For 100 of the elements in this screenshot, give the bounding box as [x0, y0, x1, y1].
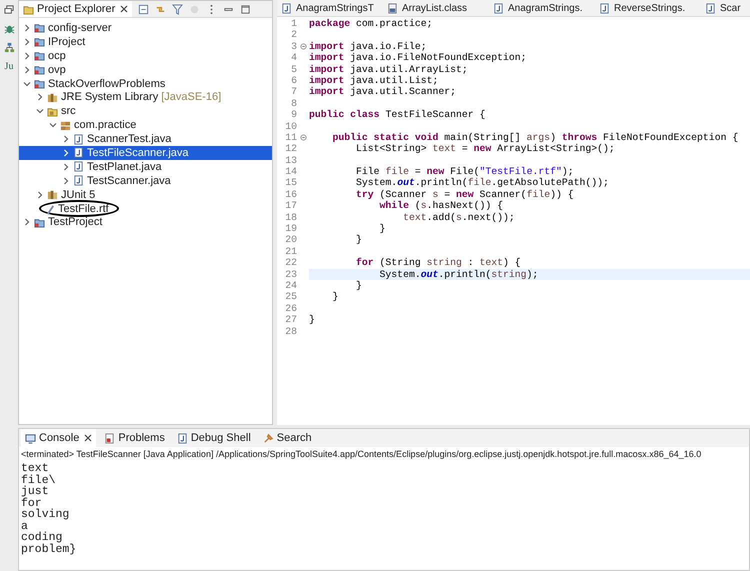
tree-item[interactable]: IProject [19, 34, 272, 49]
console-output-line: a [21, 520, 28, 532]
line-number: 25 [284, 291, 297, 303]
fold-icon[interactable] [300, 134, 306, 142]
line-number: 8 [290, 98, 297, 110]
line-number: 17 [284, 200, 297, 212]
restore-icon[interactable] [4, 4, 14, 15]
item-label: StackOverflowProblems [48, 78, 166, 90]
tree-item[interactable]: ocp [19, 48, 272, 63]
hierarchy-icon[interactable] [4, 42, 14, 53]
view-tab[interactable]: Debug Shell [172, 429, 255, 447]
tree-item[interactable]: TestFile.rtf [19, 202, 272, 216]
view-tab[interactable]: Search [258, 429, 316, 447]
code-line: public static void main(String[] args) throws FileNotFoundException { [332, 132, 740, 144]
line-number: 14 [284, 166, 297, 178]
tab-label[interactable]: Search [276, 432, 312, 444]
java-file-icon [599, 2, 610, 14]
tab-label[interactable]: ArrayList.class [402, 2, 468, 14]
chevron-right-icon[interactable] [36, 93, 44, 102]
view-tab[interactable]: Problems [100, 429, 169, 447]
console-output-line: for [21, 498, 42, 509]
tab-label[interactable]: ReverseStrings. [614, 2, 686, 14]
code-line: package com.practice; [309, 18, 434, 30]
package-icon [60, 120, 71, 131]
code-line: text.add(s.next()); [402, 212, 516, 224]
tab-label[interactable]: Console [39, 432, 80, 444]
line-number: 10 [284, 120, 297, 132]
junit-icon[interactable]: Ju [4, 61, 14, 72]
item-label: TestScanner.java [87, 174, 171, 187]
code-line: try (Scanner s = new Scanner(file)) { [355, 188, 575, 200]
tree-item[interactable]: ovp [19, 62, 272, 77]
code-line: import java.util.ArrayList; [309, 64, 469, 75]
line-number: 21 [284, 246, 297, 258]
problems-icon [104, 432, 116, 444]
tree-item[interactable]: com.practice [19, 118, 272, 132]
filter-icon[interactable] [172, 4, 184, 14]
tree-item[interactable]: TestPlanet.java [19, 160, 272, 174]
text-file-icon [45, 204, 56, 215]
chevron-right-icon[interactable] [36, 190, 44, 199]
java-file-icon [73, 175, 84, 186]
tree-item[interactable]: ScannerTest.java [19, 132, 272, 146]
close-icon[interactable] [120, 5, 128, 13]
item-label: ocp [48, 50, 66, 62]
line-number: 1 [290, 18, 297, 30]
editor-tab[interactable]: ReverseStrings. [595, 0, 701, 16]
code-line: import java.io.File; [309, 40, 428, 52]
line-number: 9 [290, 109, 297, 121]
item-label: TestProject [48, 216, 102, 228]
console-status: <terminated> TestFileScanner [Java Application] /Applications/SpringToolSuite4.app/Contents/Eclipse/plugins/org.eclipse.justj.openjdk.hotspot.jre.full.macosx.x86_64_16.0 [21, 449, 702, 461]
bug-icon[interactable] [4, 23, 14, 34]
chevron-right-icon[interactable] [23, 218, 31, 226]
tree-item[interactable]: config-server [19, 21, 272, 35]
project-icon [34, 22, 45, 34]
tree-item[interactable]: StackOverflowProblems [19, 76, 272, 90]
view-tab[interactable]: Console [21, 429, 96, 447]
maximize-icon[interactable] [240, 4, 252, 14]
library-version: [JavaSE-16] [161, 91, 222, 104]
code-line: import java.util.List; [309, 74, 440, 86]
tree-item[interactable]: TestFileScanner.java [19, 146, 272, 160]
java-file-icon [73, 161, 84, 172]
java-file-icon [73, 147, 84, 158]
item-label: TestFileScanner.java [87, 146, 188, 159]
code-line: import java.io.FileNotFoundException; [309, 52, 528, 64]
editor-tab[interactable]: AnagramStrings. [489, 0, 595, 16]
code-line: import java.util.Scanner; [309, 86, 457, 98]
collapse-all-icon[interactable] [138, 4, 150, 14]
java-file-icon [73, 134, 84, 145]
editor-tab[interactable]: ArrayList.class [383, 0, 489, 16]
tree-item[interactable]: TestProject [19, 215, 272, 230]
item-label: src [61, 105, 76, 118]
editor-tab[interactable]: Scar [701, 0, 750, 16]
tree-item[interactable]: JRE System Library [JavaSE-16] [19, 90, 272, 104]
tab-label[interactable]: Debug Shell [190, 432, 251, 444]
close-icon[interactable] [84, 434, 92, 442]
editor-tab[interactable]: AnagramStringsT [277, 0, 383, 16]
tab-label[interactable]: Scar [720, 2, 741, 14]
java-file-icon [493, 2, 504, 14]
item-label: com.practice [74, 119, 136, 132]
project-explorer-tab[interactable]: Project Explorer [19, 1, 132, 17]
tree-item[interactable]: TestScanner.java [19, 174, 272, 188]
project-icon [34, 78, 45, 89]
debug-shell-icon [176, 432, 188, 444]
item-label: IProject [48, 36, 86, 48]
tree-item[interactable]: src [19, 104, 272, 118]
tab-label[interactable]: AnagramStrings. [508, 2, 582, 14]
line-number: 27 [284, 314, 297, 326]
line-number: 13 [284, 154, 297, 166]
tab-label[interactable]: Problems [118, 432, 165, 444]
chevron-down-icon[interactable] [23, 80, 31, 88]
line-number: 26 [284, 302, 297, 314]
line-number: 15 [284, 177, 297, 189]
project-icon [34, 64, 45, 76]
class-file-icon [387, 2, 398, 14]
console-output-line: coding [21, 532, 62, 544]
folder-icon [23, 4, 34, 14]
tab-label[interactable]: AnagramStringsT [296, 2, 374, 14]
tree-item[interactable]: JUnit 5 [19, 188, 272, 202]
fold-icon[interactable] [300, 42, 306, 50]
line-number: 11 [284, 132, 297, 144]
source-folder-icon [47, 106, 58, 117]
